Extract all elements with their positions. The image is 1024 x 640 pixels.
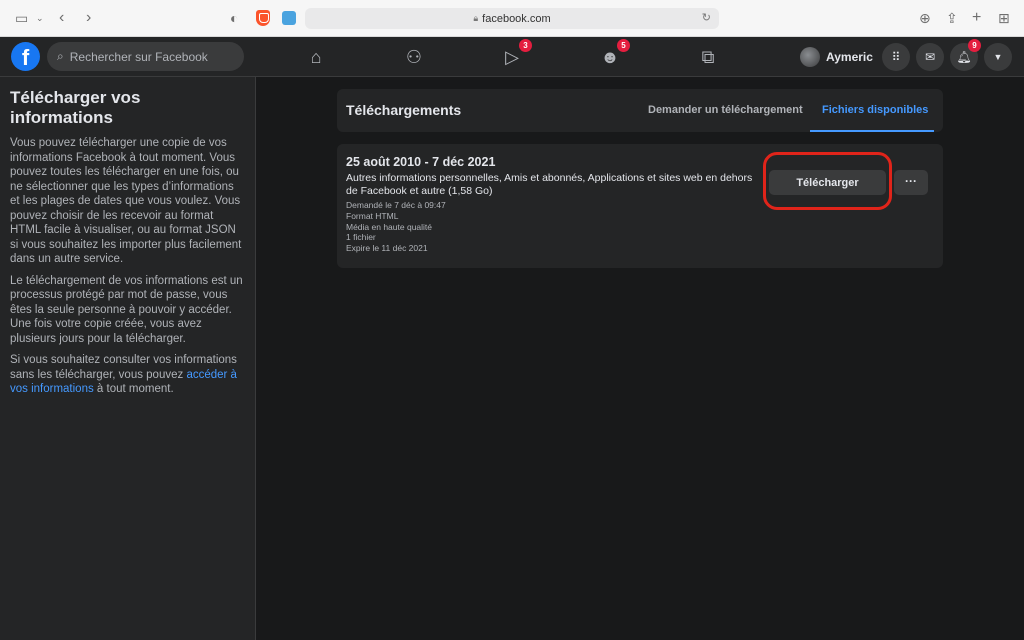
- sidebar-paragraph-3: Si vous souhaitez consulter vos informat…: [10, 353, 245, 397]
- meta-format: Format HTML: [346, 210, 399, 221]
- home-icon[interactable]: ⌂: [304, 45, 328, 69]
- friends-icon[interactable]: ⚇: [402, 45, 426, 69]
- forward-icon[interactable]: ›: [86, 9, 91, 27]
- file-card: 25 août 2010 - 7 déc 2021 Autres informa…: [337, 144, 943, 268]
- downloads-title: Téléchargements: [346, 102, 462, 118]
- browser-toolbar: ▭ ⌄ ‹ › ◐ 🔒︎ facebook.com ↻ ⊕ ⇪ + ⊞: [0, 0, 1024, 37]
- facebook-header: f ⌕ ⌂ ⚇ ▷ 3 ☻ 5 ⧉ Aymeric ⠿ ✉ 🔔︎ 9 ▼: [0, 37, 1024, 77]
- search-input[interactable]: [69, 49, 230, 64]
- info-sidebar: Télécharger vos informations Vous pouvez…: [0, 77, 256, 640]
- file-date-range: 25 août 2010 - 7 déc 2021: [346, 155, 496, 169]
- file-meta: Demandé le 7 déc à 09:47 Format HTML Méd…: [346, 200, 446, 254]
- search-box[interactable]: ⌕: [47, 42, 244, 71]
- file-description: Autres informations personnelles, Amis e…: [346, 172, 753, 197]
- brave-shield-icon[interactable]: [256, 10, 270, 26]
- tab-overview-icon[interactable]: ⊞: [998, 9, 1010, 27]
- highlight-annotation: [763, 152, 892, 210]
- facebook-logo-icon[interactable]: f: [11, 42, 40, 71]
- profile-name: Aymeric: [826, 50, 873, 64]
- groups-badge: 5: [617, 39, 630, 52]
- notifications-icon[interactable]: 🔔︎ 9: [950, 39, 981, 71]
- tab-available-files[interactable]: Fichiers disponibles: [822, 104, 928, 116]
- search-icon: ⌕: [57, 49, 64, 63]
- url-text: facebook.com: [482, 12, 551, 25]
- sidebar-paragraph-2: Le téléchargement de vos informations es…: [10, 274, 243, 345]
- meta-expiry: Expire le 11 déc 2021: [346, 243, 428, 254]
- extension-icon[interactable]: [282, 11, 296, 25]
- watch-icon[interactable]: ▷ 3: [500, 39, 532, 69]
- para3-end: à tout moment.: [93, 383, 174, 395]
- chevron-down-icon[interactable]: ⌄: [36, 9, 44, 27]
- page-title: Télécharger vos informations: [10, 88, 141, 127]
- tab-request-download[interactable]: Demander un téléchargement: [648, 104, 803, 116]
- downloads-header: Téléchargements Demander un téléchargeme…: [337, 89, 943, 132]
- notifications-badge: 9: [968, 39, 981, 52]
- sidebar-paragraph-1: Vous pouvez télécharger une copie de vos…: [10, 137, 242, 265]
- address-bar[interactable]: 🔒︎ facebook.com ↻: [305, 8, 719, 29]
- downloads-icon[interactable]: ⊕: [919, 9, 931, 27]
- menu-grid-icon[interactable]: ⠿: [882, 43, 910, 71]
- account-chevron-icon[interactable]: ▼: [984, 43, 1012, 71]
- share-icon[interactable]: ⇪: [946, 9, 958, 27]
- reload-icon[interactable]: ↻: [702, 11, 711, 24]
- main-content: Téléchargements Demander un téléchargeme…: [257, 77, 1024, 640]
- profile-shortcut[interactable]: Aymeric: [800, 45, 873, 69]
- active-tab-indicator: [810, 130, 934, 132]
- sidebar-toggle-icon[interactable]: ▭: [15, 9, 28, 27]
- privacy-shield-icon[interactable]: ◐: [230, 9, 238, 27]
- gaming-icon[interactable]: ⧉: [696, 45, 720, 69]
- new-tab-icon[interactable]: +: [972, 9, 981, 27]
- more-options-button[interactable]: ···: [894, 170, 928, 195]
- messenger-icon[interactable]: ✉: [916, 43, 944, 71]
- watch-badge: 3: [519, 39, 532, 52]
- avatar: [800, 47, 820, 67]
- meta-requested: Demandé le 7 déc à 09:47: [346, 200, 446, 210]
- meta-count: 1 fichier: [346, 232, 376, 243]
- meta-quality: Média en haute qualité: [346, 221, 433, 232]
- groups-icon[interactable]: ☻ 5: [598, 39, 630, 69]
- back-icon[interactable]: ‹: [59, 9, 64, 27]
- lock-icon: 🔒︎: [473, 13, 479, 23]
